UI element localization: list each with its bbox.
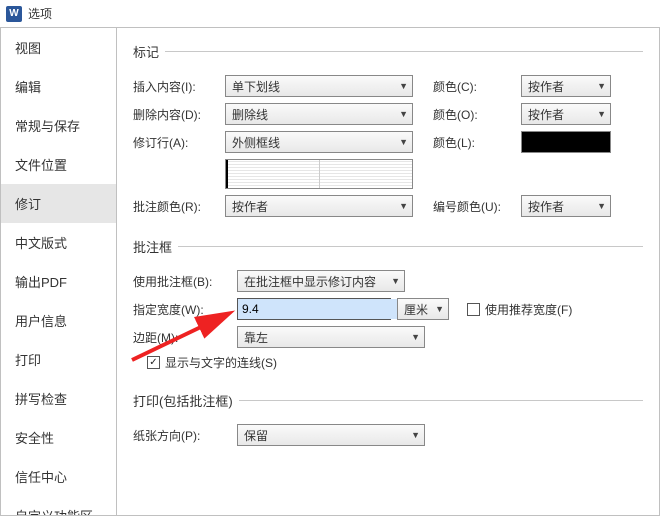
width-label: 指定宽度(W): xyxy=(133,301,231,318)
use-recommended-checkbox[interactable]: 使用推荐宽度(F) xyxy=(467,301,572,318)
orient-select[interactable]: 保留▼ xyxy=(237,424,425,446)
margin-label: 边距(M): xyxy=(133,329,231,346)
sidebar-item-0[interactable]: 视图 xyxy=(1,28,116,67)
sidebar-item-5[interactable]: 中文版式 xyxy=(1,223,116,262)
orient-label: 纸张方向(P): xyxy=(133,427,231,444)
sidebar-item-3[interactable]: 文件位置 xyxy=(1,145,116,184)
group-print-legend: 打印(包括批注框) xyxy=(133,391,239,410)
number-color-label: 编号颜色(U): xyxy=(433,198,515,215)
sidebar-item-2[interactable]: 常规与保存 xyxy=(1,106,116,145)
revised-label: 修订行(A): xyxy=(133,134,219,151)
sidebar-item-6[interactable]: 输出PDF xyxy=(1,262,116,301)
content-panel: 标记 插入内容(I): 单下划线▼ 颜色(C): 按作者▼ 删除内容(D): 删… xyxy=(117,28,659,515)
sidebar-item-12[interactable]: 自定义功能区 xyxy=(1,496,116,515)
checkbox-icon: ✓ xyxy=(147,356,160,369)
window-title: 选项 xyxy=(28,5,52,22)
delete-select[interactable]: 删除线▼ xyxy=(225,103,413,125)
width-spinner[interactable]: ▲▼ xyxy=(237,298,391,320)
color-o-label: 颜色(O): xyxy=(433,106,515,123)
insert-label: 插入内容(I): xyxy=(133,78,219,95)
comment-color-label: 批注颜色(R): xyxy=(133,198,219,215)
revised-select[interactable]: 外侧框线▼ xyxy=(225,131,413,153)
group-balloon-legend: 批注框 xyxy=(133,237,178,256)
use-balloon-select[interactable]: 在批注框中显示修订内容▼ xyxy=(237,270,405,292)
sidebar-item-11[interactable]: 信任中心 xyxy=(1,457,116,496)
show-lines-label: 显示与文字的连线(S) xyxy=(165,354,277,371)
width-input[interactable] xyxy=(238,299,401,319)
chevron-down-icon: ▼ xyxy=(399,137,408,147)
chevron-down-icon: ▼ xyxy=(399,81,408,91)
color-c-label: 颜色(C): xyxy=(433,78,515,95)
comment-color-select[interactable]: 按作者▼ xyxy=(225,195,413,217)
margin-select[interactable]: 靠左▼ xyxy=(237,326,425,348)
titlebar: W 选项 xyxy=(0,0,660,28)
chevron-down-icon: ▼ xyxy=(399,201,408,211)
sidebar-item-1[interactable]: 编辑 xyxy=(1,67,116,106)
color-o-select[interactable]: 按作者▼ xyxy=(521,103,611,125)
checkbox-icon xyxy=(467,303,480,316)
revision-preview xyxy=(225,159,413,189)
chevron-down-icon: ▼ xyxy=(391,276,400,286)
color-c-select[interactable]: 按作者▼ xyxy=(521,75,611,97)
chevron-down-icon: ▼ xyxy=(411,332,420,342)
delete-label: 删除内容(D): xyxy=(133,106,219,123)
chevron-down-icon: ▼ xyxy=(597,109,606,119)
main-area: 视图编辑常规与保存文件位置修订中文版式输出PDF用户信息打印拼写检查安全性信任中… xyxy=(0,28,660,516)
app-icon: W xyxy=(6,6,22,22)
chevron-down-icon: ▼ xyxy=(399,109,408,119)
sidebar-item-4[interactable]: 修订 xyxy=(1,184,116,223)
sidebar: 视图编辑常规与保存文件位置修订中文版式输出PDF用户信息打印拼写检查安全性信任中… xyxy=(1,28,117,515)
chevron-down-icon: ▼ xyxy=(435,304,444,314)
number-color-select[interactable]: 按作者▼ xyxy=(521,195,611,217)
unit-select[interactable]: 厘米▼ xyxy=(397,298,449,320)
group-markup-legend: 标记 xyxy=(133,42,165,61)
chevron-down-icon: ▼ xyxy=(597,81,606,91)
sidebar-item-8[interactable]: 打印 xyxy=(1,340,116,379)
group-markup: 标记 插入内容(I): 单下划线▼ 颜色(C): 按作者▼ 删除内容(D): 删… xyxy=(133,42,643,233)
sidebar-item-7[interactable]: 用户信息 xyxy=(1,301,116,340)
chevron-down-icon: ▼ xyxy=(411,430,420,440)
sidebar-item-10[interactable]: 安全性 xyxy=(1,418,116,457)
color-l-swatch[interactable] xyxy=(521,131,611,153)
use-balloon-label: 使用批注框(B): xyxy=(133,273,231,290)
sidebar-item-9[interactable]: 拼写检查 xyxy=(1,379,116,418)
chevron-down-icon: ▼ xyxy=(597,201,606,211)
group-print: 打印(包括批注框) 纸张方向(P): 保留▼ xyxy=(133,391,643,462)
group-balloon: 批注框 使用批注框(B): 在批注框中显示修订内容▼ 指定宽度(W): ▲▼ 厘… xyxy=(133,237,643,387)
use-recommended-label: 使用推荐宽度(F) xyxy=(485,301,572,318)
show-lines-checkbox[interactable]: ✓ 显示与文字的连线(S) xyxy=(147,354,277,371)
insert-select[interactable]: 单下划线▼ xyxy=(225,75,413,97)
color-l-label: 颜色(L): xyxy=(433,134,515,151)
